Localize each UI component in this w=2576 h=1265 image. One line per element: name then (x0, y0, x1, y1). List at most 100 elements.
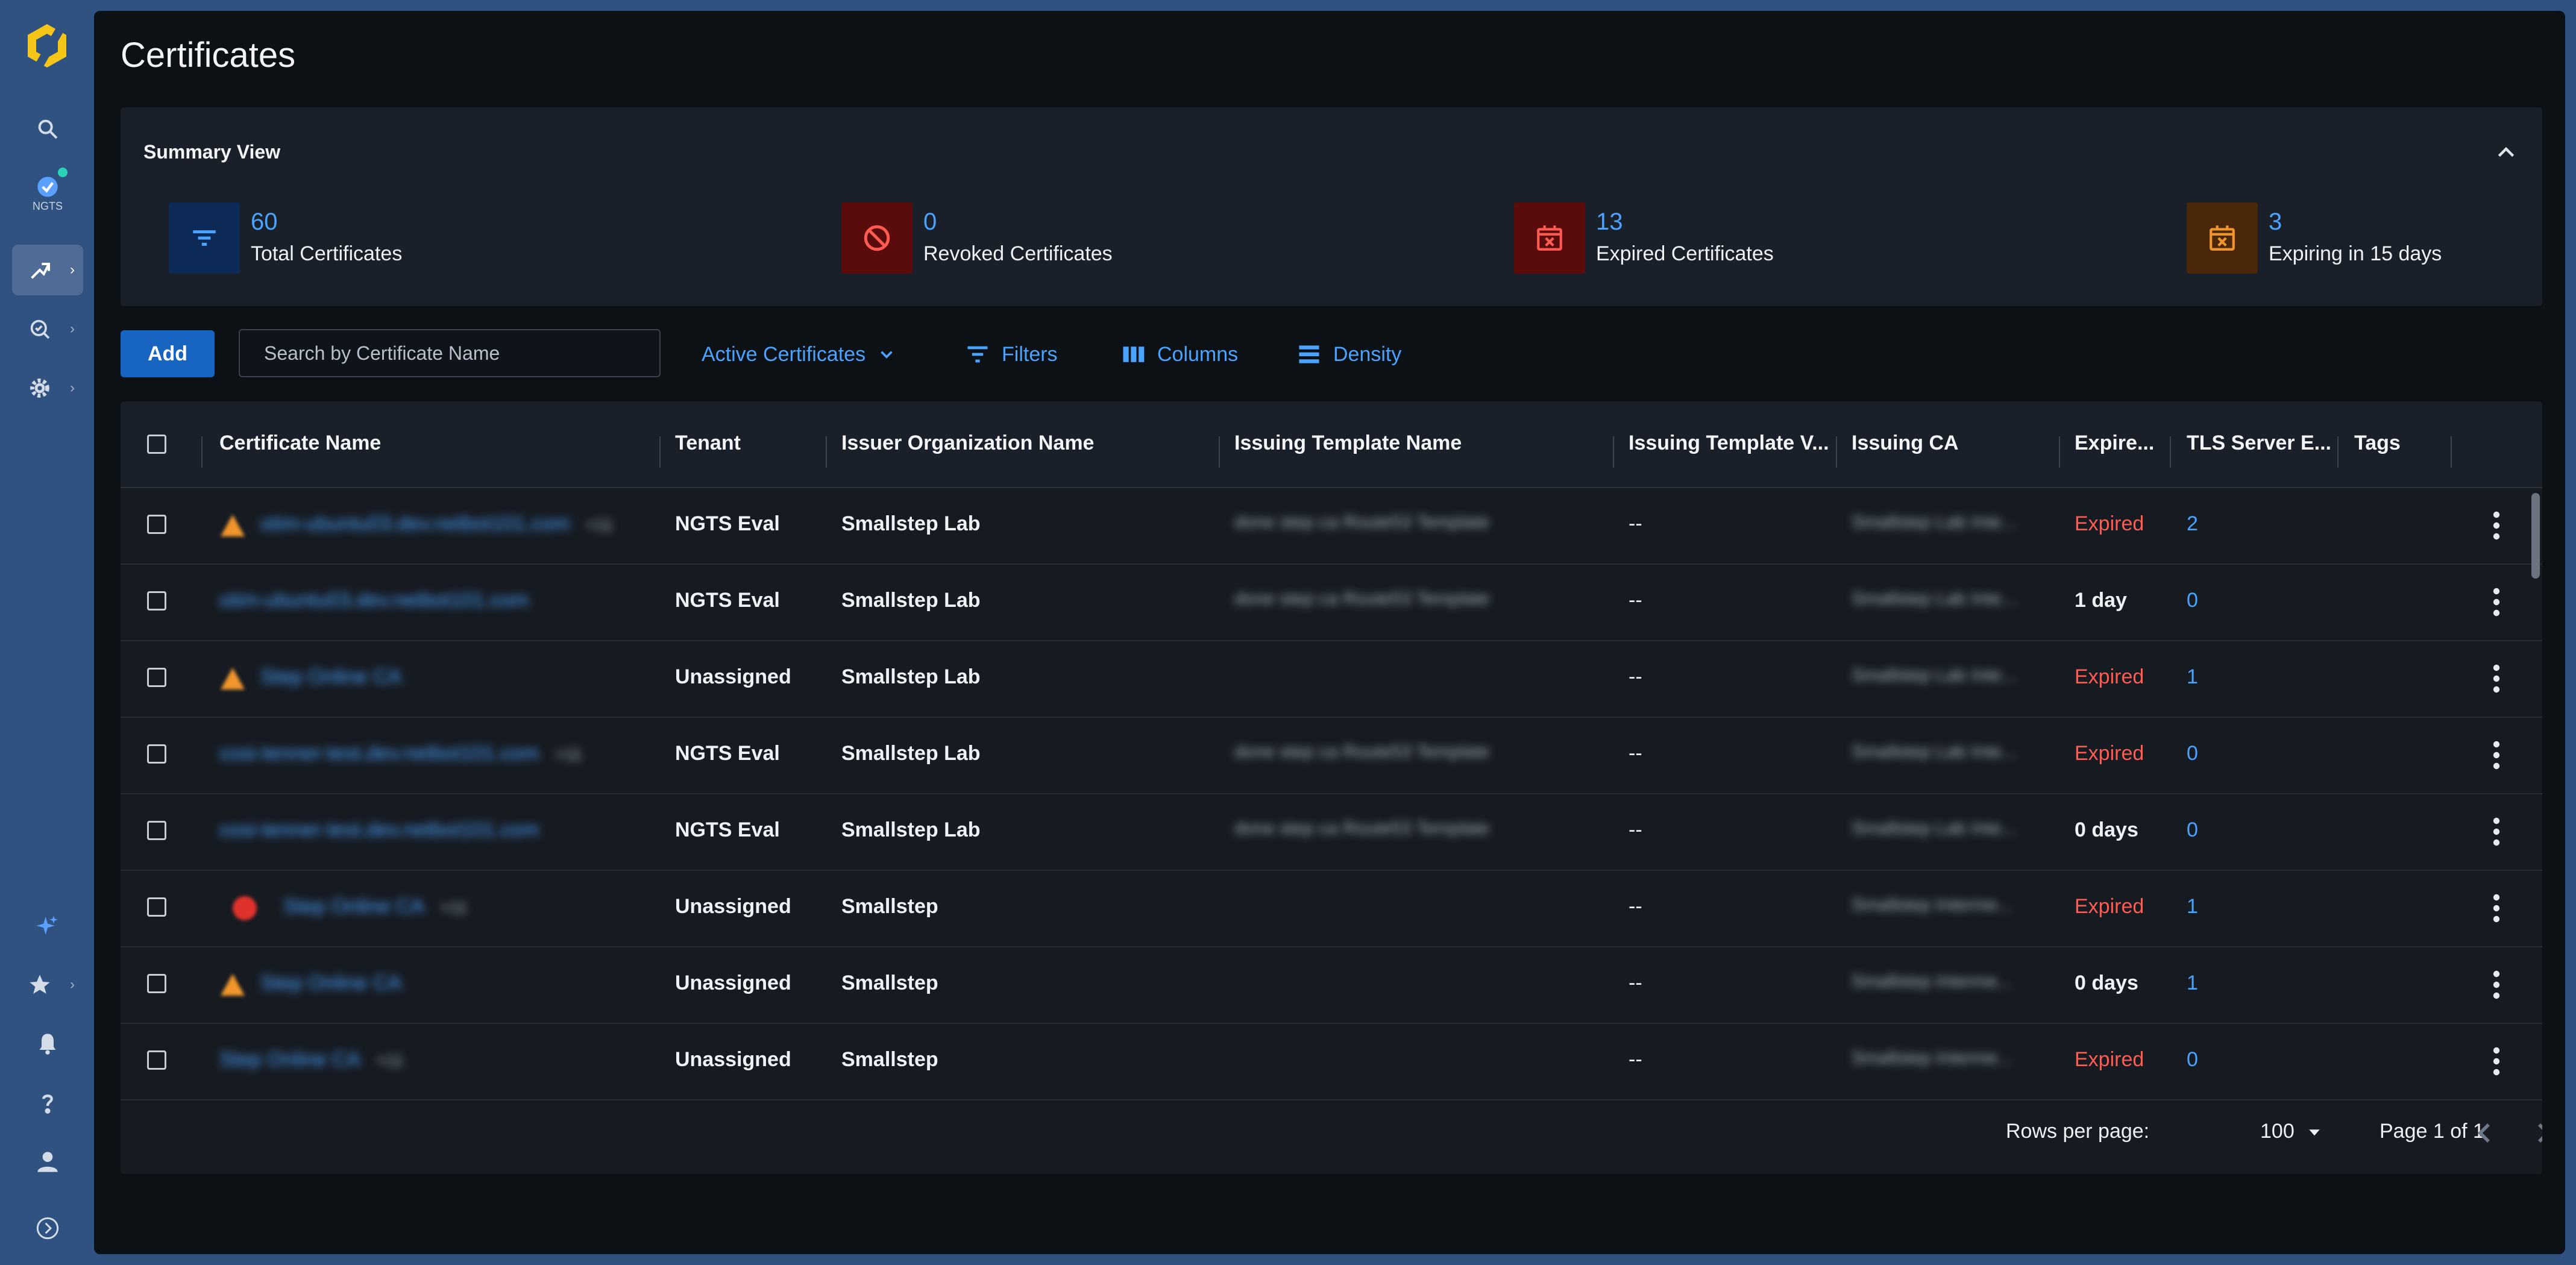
certificate-name-link[interactable]: Step Online CA (219, 1048, 360, 1071)
col-certificate-name[interactable]: Certificate Name (219, 432, 381, 455)
select-all-checkbox[interactable] (147, 435, 166, 454)
col-issuer-org[interactable]: Issuer Organization Name (841, 432, 1094, 455)
metric-value[interactable]: 3 (2269, 209, 2282, 236)
metric-value[interactable]: 60 (251, 209, 278, 236)
table-row[interactable]: otim-ubuntu03.dev.netbot101.com +11 NGTS E… (121, 487, 2542, 565)
col-tls-server[interactable]: TLS Server E... (2187, 432, 2331, 455)
column-divider[interactable] (2170, 436, 2171, 468)
certificate-name-cell[interactable]: Step Online CA +11 (219, 1048, 404, 1072)
column-divider[interactable] (1219, 436, 1220, 468)
template-version-cell: -- (1629, 895, 1642, 918)
col-template-version[interactable]: Issuing Template V... (1629, 432, 1829, 455)
certificate-name-cell[interactable]: otim-ubuntu03.dev.netbot101.com +11 (260, 512, 613, 536)
tenant-cell: Unassigned (675, 895, 791, 918)
sidebar-search[interactable] (12, 104, 83, 154)
column-divider[interactable] (659, 436, 661, 468)
col-issuing-ca[interactable]: Issuing CA (1852, 432, 1959, 455)
search-input[interactable] (239, 329, 661, 377)
certificate-name-link[interactable]: otim-ubuntu03.dev.netbot101.com (260, 512, 570, 535)
row-actions-icon[interactable] (2484, 968, 2508, 1002)
column-divider[interactable] (2059, 436, 2060, 468)
column-divider[interactable] (2451, 436, 2452, 468)
column-divider[interactable] (1836, 436, 1837, 468)
metric-label: Total Certificates (251, 242, 403, 265)
row-checkbox[interactable] (147, 515, 166, 534)
row-checkbox[interactable] (147, 1050, 166, 1070)
certificate-name-cell[interactable]: Step Online CA (260, 972, 401, 995)
col-issuing-template[interactable]: Issuing Template Name (1234, 432, 1462, 455)
column-divider[interactable] (2337, 436, 2339, 468)
filters-button[interactable]: Filters (964, 339, 1058, 369)
sidebar-certificates[interactable]: › (12, 245, 83, 295)
col-tags[interactable]: Tags (2354, 432, 2401, 455)
rows-per-page-select[interactable]: 100 (2260, 1120, 2323, 1143)
table-scrollbar[interactable] (2531, 493, 2540, 579)
sidebar-notifications[interactable] (12, 1019, 83, 1069)
sidebar-favorites[interactable]: › (12, 959, 83, 1010)
certificate-name-cell[interactable]: cosi-tenner-test.dev.netbot101.com (219, 818, 539, 842)
previous-page-icon[interactable] (2468, 1116, 2501, 1150)
row-checkbox[interactable] (147, 974, 166, 993)
certificate-name-link[interactable]: cosi-tenner-test.dev.netbot101.com (219, 818, 539, 841)
certificate-name-link[interactable]: Step Online CA (260, 665, 401, 688)
column-divider[interactable] (1613, 436, 1614, 468)
row-checkbox[interactable] (147, 744, 166, 764)
column-divider[interactable] (201, 436, 203, 468)
sidebar-expand[interactable] (12, 1203, 83, 1254)
metric-value[interactable]: 13 (1596, 209, 1623, 236)
table-row[interactable]: Step Online CA +11 Unassigned Smallstep -- Sm… (121, 1023, 2542, 1100)
certificate-name-cell[interactable]: Step Online CA +11 (283, 895, 468, 918)
row-actions-icon[interactable] (2484, 815, 2508, 849)
tls-server-cell[interactable]: 0 (2187, 1048, 2198, 1072)
row-actions-icon[interactable] (2484, 891, 2508, 925)
tls-server-cell[interactable]: 1 (2187, 972, 2198, 995)
columns-button[interactable]: Columns (1120, 339, 1238, 369)
row-actions-icon[interactable] (2484, 585, 2508, 619)
density-button[interactable]: Density (1296, 339, 1401, 369)
sidebar-ngts[interactable]: NGTS (12, 164, 83, 224)
row-actions-icon[interactable] (2484, 509, 2508, 542)
tls-server-cell[interactable]: 1 (2187, 895, 2198, 918)
table-row[interactable]: Step Online CA +11 Unassigned Smallstep -- Sm… (121, 870, 2542, 947)
app-logo[interactable] (24, 23, 70, 69)
filter-icon (193, 230, 216, 246)
sidebar-help[interactable] (12, 1078, 83, 1128)
active-certificates-dropdown[interactable]: Active Certificates (702, 339, 897, 369)
certificate-name-link[interactable]: Step Online CA (283, 895, 424, 918)
metric-value[interactable]: 0 (923, 209, 937, 236)
column-divider[interactable] (826, 436, 827, 468)
chevron-up-icon[interactable] (2494, 140, 2518, 164)
col-tenant[interactable]: Tenant (675, 432, 741, 455)
next-page-icon[interactable] (2527, 1116, 2542, 1150)
table-row[interactable]: Step Online CA Unassigned Smallstep -- Small… (121, 946, 2542, 1024)
row-checkbox[interactable] (147, 668, 166, 687)
certificate-name-cell[interactable]: cosi-tenner-test.dev.netbot101.com +11 (219, 742, 582, 765)
certificate-name-cell[interactable]: otim-ubuntu03.dev.netbot101.com (219, 589, 529, 612)
template-version-cell: -- (1629, 665, 1642, 688)
certificate-name-link[interactable]: Step Online CA (260, 972, 401, 994)
tls-server-cell[interactable]: 2 (2187, 512, 2198, 536)
add-button[interactable]: Add (121, 330, 215, 377)
row-checkbox[interactable] (147, 821, 166, 840)
table-row[interactable]: cosi-tenner-test.dev.netbot101.com NGTS E… (121, 793, 2542, 871)
tls-server-cell[interactable]: 0 (2187, 589, 2198, 612)
table-row[interactable]: Step Online CA Unassigned Smallstep Lab -- S… (121, 640, 2542, 718)
tls-server-cell[interactable]: 0 (2187, 742, 2198, 765)
sidebar-ai-assistant[interactable] (12, 900, 83, 951)
sidebar-settings[interactable]: › (12, 363, 83, 413)
row-actions-icon[interactable] (2484, 1044, 2508, 1078)
sidebar-discovery[interactable]: › (12, 304, 83, 354)
certificate-name-link[interactable]: cosi-tenner-test.dev.netbot101.com (219, 742, 539, 765)
tls-server-cell[interactable]: 1 (2187, 665, 2198, 689)
row-actions-icon[interactable] (2484, 662, 2508, 695)
table-row[interactable]: otim-ubuntu03.dev.netbot101.com NGTS Eval… (121, 563, 2542, 641)
certificate-name-cell[interactable]: Step Online CA (260, 665, 401, 689)
tls-server-cell[interactable]: 0 (2187, 818, 2198, 842)
row-checkbox[interactable] (147, 897, 166, 917)
table-row[interactable]: cosi-tenner-test.dev.netbot101.com +11 NGT… (121, 717, 2542, 794)
certificate-name-link[interactable]: otim-ubuntu03.dev.netbot101.com (219, 589, 529, 612)
row-actions-icon[interactable] (2484, 738, 2508, 772)
sidebar-profile[interactable] (12, 1137, 83, 1187)
col-expires[interactable]: Expire... (2075, 432, 2154, 455)
row-checkbox[interactable] (147, 591, 166, 611)
